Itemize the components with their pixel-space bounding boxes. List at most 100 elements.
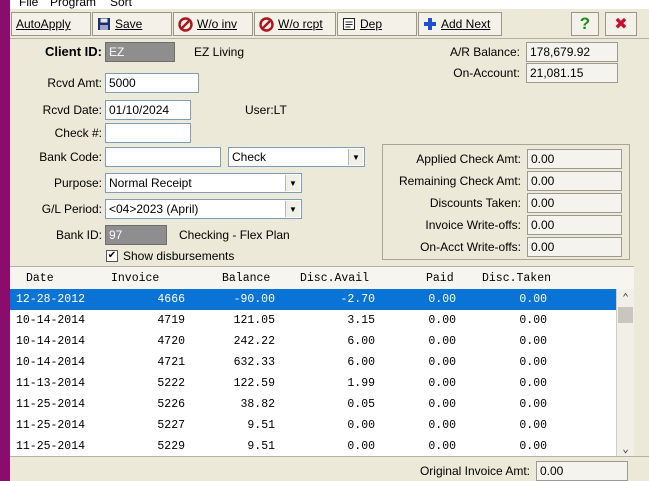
table-row[interactable]: 11-25-2014 5229 9.51 0.00 0.00 0.00 bbox=[10, 436, 616, 457]
gl-period-select[interactable]: <04>2023 (April) ▼ bbox=[105, 199, 302, 219]
col-balance-header[interactable]: Balance bbox=[222, 272, 270, 285]
cell-paid: 0.00 bbox=[428, 314, 456, 327]
cell-paid: 0.00 bbox=[428, 293, 456, 306]
client-name: EZ Living bbox=[194, 45, 245, 59]
table-row[interactable]: 12-28-2012 4666 -90.00 -2.70 0.00 0.00 bbox=[10, 289, 616, 310]
rcvd-amt-input[interactable]: 5000 bbox=[105, 73, 199, 93]
col-disc-taken-header[interactable]: Disc.Taken bbox=[482, 272, 551, 285]
help-button[interactable]: ? bbox=[571, 12, 599, 36]
write-off-invoice-button[interactable]: W/o inv bbox=[173, 12, 253, 36]
gl-period-label: G/L Period: bbox=[41, 202, 102, 216]
chevron-down-icon[interactable]: ▼ bbox=[348, 149, 363, 165]
show-disbursements-checkbox[interactable]: ✔ bbox=[106, 250, 118, 262]
table-row[interactable]: 10-14-2014 4719 121.05 3.15 0.00 0.00 bbox=[10, 310, 616, 331]
bank-name: Checking - Flex Plan bbox=[179, 228, 290, 242]
autoapply-button[interactable]: AutoApply bbox=[11, 12, 91, 36]
close-icon: ✖ bbox=[614, 16, 628, 33]
cell-balance: 242.22 bbox=[233, 335, 275, 348]
cell-invoice: 4719 bbox=[157, 314, 185, 327]
pay-type-select[interactable]: Check ▼ bbox=[228, 147, 365, 167]
save-label: Save bbox=[115, 17, 143, 31]
chevron-down-icon[interactable]: ▼ bbox=[285, 175, 300, 191]
chevron-down-icon[interactable]: ▼ bbox=[285, 201, 300, 217]
cell-disc-avail: 0.00 bbox=[347, 440, 375, 453]
col-date-header[interactable]: Date bbox=[26, 272, 54, 285]
cell-date: 10-14-2014 bbox=[16, 314, 86, 327]
no-entry-icon bbox=[178, 16, 193, 32]
scroll-down-icon[interactable]: ⌄ bbox=[617, 440, 634, 457]
cell-date: 11-13-2014 bbox=[16, 377, 86, 390]
col-disc-avail-header[interactable]: Disc.Avail bbox=[300, 272, 369, 285]
vertical-scrollbar[interactable]: ⌃ ⌄ bbox=[616, 289, 634, 457]
cell-disc-taken: 0.00 bbox=[519, 419, 547, 432]
cell-disc-taken: 0.00 bbox=[519, 440, 547, 453]
cell-paid: 0.00 bbox=[428, 440, 456, 453]
autoapply-label: AutoApply bbox=[16, 17, 71, 31]
bank-id-label: Bank ID: bbox=[55, 228, 102, 242]
ar-balance-label: A/R Balance: bbox=[449, 45, 520, 59]
deposit-label: Dep bbox=[360, 17, 383, 31]
purpose-label: Purpose: bbox=[53, 176, 102, 190]
on-account-label: On-Account: bbox=[453, 66, 520, 80]
deposit-button[interactable]: Dep bbox=[337, 12, 417, 36]
cell-invoice: 5226 bbox=[157, 398, 185, 411]
cell-date: 10-14-2014 bbox=[16, 335, 86, 348]
cell-disc-taken: 0.00 bbox=[519, 377, 547, 390]
check-number-input[interactable] bbox=[105, 123, 191, 143]
discounts-taken-value: 0.00 bbox=[527, 193, 622, 213]
discounts-taken-label: Discounts Taken: bbox=[429, 196, 521, 210]
purpose-select[interactable]: Normal Receipt ▼ bbox=[105, 173, 302, 193]
cell-disc-avail: 0.05 bbox=[347, 398, 375, 411]
save-button[interactable]: Save bbox=[92, 12, 172, 36]
menu-file[interactable]: File bbox=[19, 0, 38, 9]
col-paid-header[interactable]: Paid bbox=[426, 272, 454, 285]
scroll-up-icon[interactable]: ⌃ bbox=[617, 289, 634, 306]
table-row[interactable]: 10-14-2014 4721 632.33 6.00 0.00 0.00 bbox=[10, 352, 616, 373]
cell-date: 12-28-2012 bbox=[16, 293, 86, 306]
bank-id-field[interactable]: 97 bbox=[105, 225, 167, 245]
pay-type-value: Check bbox=[232, 150, 267, 164]
rcvd-date-input[interactable]: 01/10/2024 bbox=[105, 100, 191, 120]
write-off-receipt-button[interactable]: W/o rcpt bbox=[254, 12, 336, 36]
client-id-label: Client ID: bbox=[44, 44, 102, 59]
add-next-label: Add Next bbox=[441, 17, 491, 31]
scroll-thumb[interactable] bbox=[618, 307, 633, 323]
show-disbursements-label: Show disbursements bbox=[123, 249, 235, 263]
menu-sort[interactable]: Sort bbox=[110, 0, 132, 9]
check-number-label: Check #: bbox=[54, 126, 102, 140]
applied-check-value: 0.00 bbox=[527, 149, 622, 169]
table-row[interactable]: 11-13-2014 5222 122.59 1.99 0.00 0.00 bbox=[10, 373, 616, 394]
cell-invoice: 5229 bbox=[157, 440, 185, 453]
cell-balance: -90.00 bbox=[233, 293, 275, 306]
menu-program[interactable]: Program bbox=[50, 0, 96, 9]
cell-invoice: 4720 bbox=[157, 335, 185, 348]
cell-balance: 38.82 bbox=[240, 398, 275, 411]
col-invoice-header[interactable]: Invoice bbox=[111, 272, 159, 285]
remaining-check-value: 0.00 bbox=[527, 171, 622, 191]
no-entry-icon bbox=[259, 16, 274, 32]
cell-disc-taken: 0.00 bbox=[519, 335, 547, 348]
add-next-button[interactable]: Add Next bbox=[418, 12, 502, 36]
cell-paid: 0.00 bbox=[428, 356, 456, 369]
on-account-value: 21,081.15 bbox=[526, 63, 618, 83]
table-row[interactable]: 11-25-2014 5227 9.51 0.00 0.00 0.00 bbox=[10, 415, 616, 436]
write-off-receipt-label: W/o rcpt bbox=[278, 17, 323, 31]
bank-code-input[interactable] bbox=[105, 147, 221, 167]
cell-date: 11-25-2014 bbox=[16, 419, 86, 432]
close-button[interactable]: ✖ bbox=[605, 12, 637, 36]
remaining-check-label: Remaining Check Amt: bbox=[398, 174, 521, 188]
cell-balance: 9.51 bbox=[247, 419, 275, 432]
client-id-field[interactable]: EZ bbox=[105, 42, 175, 62]
table-row[interactable]: 11-25-2014 5226 38.82 0.05 0.00 0.00 bbox=[10, 394, 616, 415]
invoice-write-offs-label: Invoice Write-offs: bbox=[425, 218, 521, 232]
gl-period-value: <04>2023 (April) bbox=[109, 202, 199, 216]
window-edge bbox=[0, 0, 10, 481]
original-invoice-amt-label: Original Invoice Amt: bbox=[419, 464, 530, 478]
cell-invoice: 5222 bbox=[157, 377, 185, 390]
applied-check-label: Applied Check Amt: bbox=[416, 152, 521, 166]
cell-disc-taken: 0.00 bbox=[519, 293, 547, 306]
cell-paid: 0.00 bbox=[428, 335, 456, 348]
on-acct-write-offs-value: 0.00 bbox=[527, 237, 622, 257]
table-row[interactable]: 10-14-2014 4720 242.22 6.00 0.00 0.00 bbox=[10, 331, 616, 352]
help-icon: ? bbox=[579, 14, 591, 33]
